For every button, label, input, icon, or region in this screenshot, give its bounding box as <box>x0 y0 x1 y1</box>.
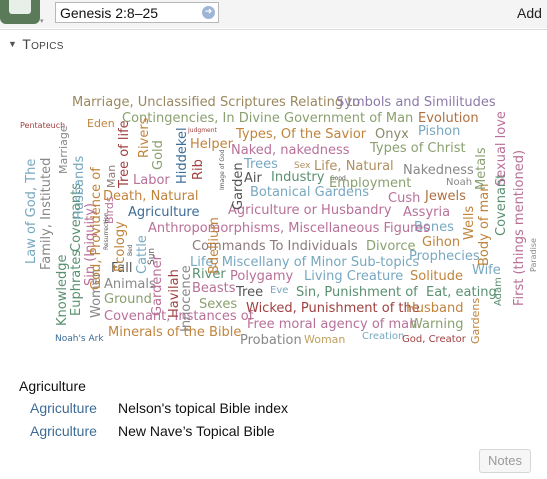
go-arrow-icon[interactable]: ➜ <box>202 6 215 19</box>
cloud-word[interactable]: God, Providence of <box>89 167 104 290</box>
cloud-word[interactable]: Industry <box>271 171 324 184</box>
cloud-word[interactable]: Man <box>105 165 118 188</box>
cloud-word[interactable]: Eve <box>270 286 288 296</box>
cloud-word[interactable]: Gihon <box>422 236 460 249</box>
cloud-word[interactable]: Judgment <box>188 128 217 134</box>
cloud-word[interactable]: Adam <box>493 277 504 306</box>
result-topic-link[interactable]: Agriculture <box>30 423 118 439</box>
cloud-word[interactable]: Gardener <box>150 255 165 316</box>
cloud-word[interactable]: Image of God <box>219 149 226 190</box>
book-icon-page <box>9 0 31 14</box>
add-button[interactable]: Add <box>517 5 542 21</box>
cloud-word[interactable]: Woman <box>304 334 345 345</box>
cloud-word[interactable]: Warning <box>410 318 463 331</box>
cloud-word[interactable]: Polygamy <box>230 270 293 283</box>
topics-section-title: Topics <box>22 36 64 52</box>
cloud-word[interactable]: Gardens <box>469 298 482 344</box>
cloud-word[interactable]: Rib <box>191 159 206 180</box>
cloud-word[interactable]: God, Creator <box>402 335 466 345</box>
cloud-word[interactable]: Eden <box>87 118 115 129</box>
cloud-word[interactable]: Innocence <box>179 265 194 332</box>
cloud-word[interactable]: Cush <box>388 192 420 205</box>
cloud-word[interactable]: Types of Christ <box>370 142 466 155</box>
result-source[interactable]: Nelson's topical Bible index <box>118 400 288 416</box>
cloud-word[interactable]: Wicked, Punishment of the <box>246 302 420 315</box>
reference-input[interactable] <box>60 4 196 21</box>
result-source[interactable]: New Nave’s Topical Bible <box>118 423 275 439</box>
cloud-word[interactable]: Nakedness <box>403 164 474 177</box>
topics-section-header[interactable]: ▼ Topics <box>8 36 64 52</box>
cloud-word[interactable]: Helper <box>190 138 233 151</box>
cloud-word[interactable]: Contingencies, In Divine Government of M… <box>122 112 413 125</box>
cloud-word[interactable]: Husbands <box>72 156 87 220</box>
cloud-word[interactable]: Types, Of the Savior <box>236 128 366 141</box>
cloud-word[interactable]: Marriage, Unclassified Scriptures Relati… <box>72 96 360 109</box>
cloud-word[interactable]: Minerals of the Bible <box>108 326 241 339</box>
cloud-word[interactable]: Wells <box>462 206 477 240</box>
cloud-word[interactable]: Sexual love <box>494 111 509 186</box>
cloud-word[interactable]: Labor <box>133 174 170 187</box>
cloud-word[interactable]: Noah's Ark <box>55 335 104 344</box>
cloud-word[interactable]: First (things mentioned) <box>512 150 527 306</box>
book-icon[interactable] <box>0 0 40 28</box>
cloud-word[interactable]: Hiddekel <box>175 127 190 184</box>
cloud-word[interactable]: Ground <box>104 293 152 306</box>
cloud-word[interactable]: Anthropomorphisms, Miscellaneous Figures <box>148 222 430 235</box>
cloud-word[interactable]: Noah <box>446 178 472 188</box>
cloud-word[interactable]: Botanical Gardens <box>250 186 369 199</box>
cloud-word[interactable]: Prophecies <box>409 250 480 263</box>
cloud-word[interactable]: Sin, Punishment of <box>296 286 418 299</box>
result-row: Agriculture Nelson's topical Bible index <box>30 400 288 416</box>
cloud-word[interactable]: Symbols and Similitudes <box>336 96 496 109</box>
selected-topic-title: Agriculture <box>19 378 86 394</box>
cloud-word[interactable]: Onyx <box>375 128 409 141</box>
cloud-word[interactable]: Tree <box>236 286 263 299</box>
cloud-word[interactable]: Ecology <box>113 221 128 272</box>
cloud-word[interactable]: Resurrection <box>103 212 110 250</box>
cloud-word[interactable]: Beasts <box>192 282 236 295</box>
cloud-word[interactable]: Jewels <box>425 190 466 203</box>
cloud-word[interactable]: Euphrates <box>69 250 84 316</box>
cloud-word[interactable]: Naked, nakedness <box>231 144 350 157</box>
cloud-word[interactable]: Gold <box>151 140 166 170</box>
toolbar: ▾ ➜ Add <box>0 0 547 28</box>
cloud-word[interactable]: Marriage <box>57 125 70 174</box>
cloud-word[interactable]: Agriculture <box>128 206 200 219</box>
result-topic-link[interactable]: Agriculture <box>30 400 118 416</box>
cloud-word[interactable]: Garden <box>231 162 246 210</box>
cloud-word[interactable]: Bed <box>127 244 134 256</box>
cloud-word[interactable]: Probation <box>240 334 302 347</box>
cloud-word[interactable]: Creation <box>362 332 404 342</box>
cloud-word[interactable]: Husband <box>406 302 464 315</box>
cloud-word[interactable]: Bdellium <box>207 217 222 274</box>
cloud-word[interactable]: Solitude <box>410 270 463 283</box>
cloud-word[interactable]: Living Creature <box>304 270 403 283</box>
cloud-word[interactable]: Assyria <box>403 206 450 219</box>
reference-box[interactable]: ➜ <box>55 2 219 23</box>
dropdown-arrow-icon[interactable]: ▾ <box>40 17 44 25</box>
cloud-word[interactable]: Eat, eating <box>426 286 497 299</box>
collapse-triangle-icon[interactable]: ▼ <box>8 39 17 49</box>
cloud-word[interactable]: Death, Natural <box>103 190 199 203</box>
cloud-word[interactable]: Metals <box>474 147 489 190</box>
cloud-word[interactable]: Air <box>244 172 262 185</box>
notes-button[interactable]: Notes <box>479 449 531 473</box>
cloud-word[interactable]: Life, Natural <box>314 160 394 173</box>
cloud-word[interactable]: Agriculture or Husbandry <box>228 204 392 217</box>
cloud-word[interactable]: Law of God, The <box>24 159 39 264</box>
cloud-word[interactable]: Rivers <box>137 118 152 158</box>
cloud-word[interactable]: Animals <box>104 278 156 291</box>
cloud-word[interactable]: Tree of life <box>117 120 132 188</box>
cloud-word[interactable]: Knowledge <box>55 255 70 326</box>
cloud-word[interactable]: Pishon <box>418 125 460 138</box>
cloud-word[interactable]: Paradise <box>529 238 538 272</box>
toolbar-divider <box>0 29 547 30</box>
result-row: Agriculture New Nave’s Topical Bible <box>30 423 275 439</box>
topic-cloud: Marriage, Unclassified Scriptures Relati… <box>0 60 547 360</box>
cloud-word[interactable]: Body of man <box>477 184 492 266</box>
cloud-word[interactable]: Free moral agency of man <box>247 318 417 331</box>
cloud-word[interactable]: Family, Instituted <box>39 158 54 270</box>
